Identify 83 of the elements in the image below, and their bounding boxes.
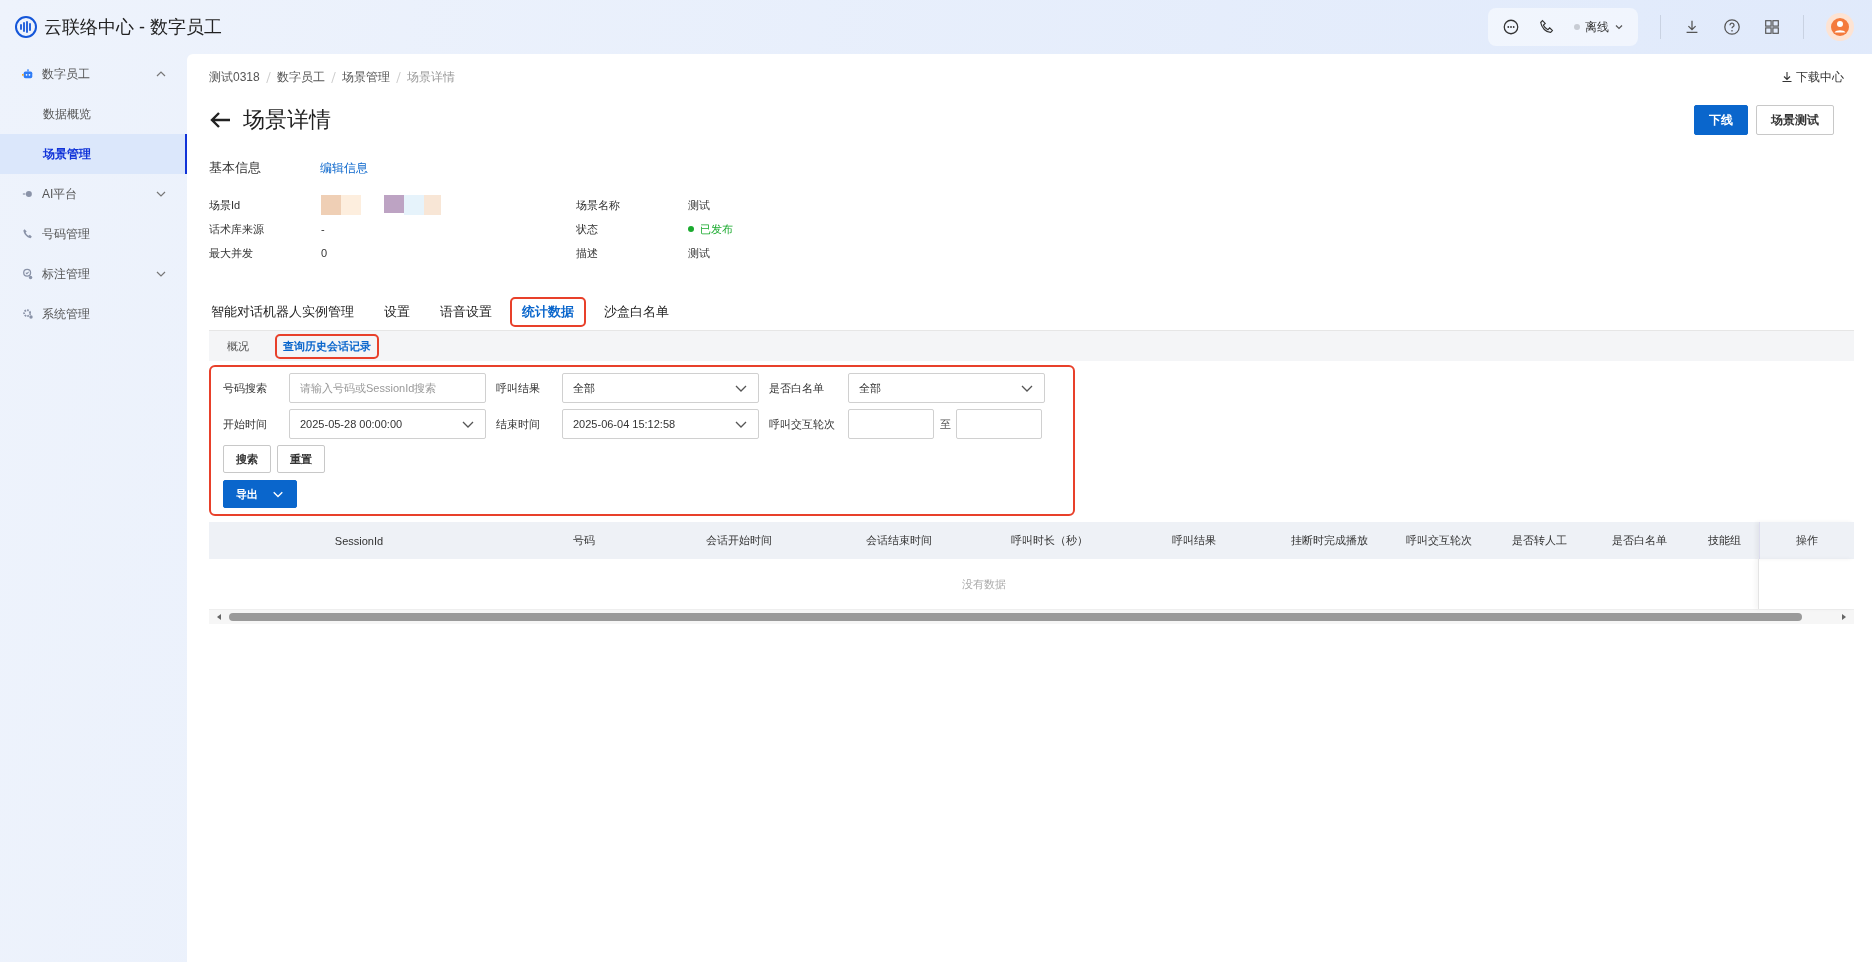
column-header: 挂断时完成播放 xyxy=(1289,533,1369,548)
tab[interactable]: 语音设置 xyxy=(428,297,504,327)
section-heading: 基本信息 xyxy=(209,159,262,177)
breadcrumb-link[interactable]: 测试0318 xyxy=(209,68,260,86)
filter-label: 呼叫交互轮次 xyxy=(769,416,836,432)
scroll-right-icon[interactable] xyxy=(1840,613,1848,621)
input-field[interactable] xyxy=(848,409,934,439)
caret-icon xyxy=(1614,22,1624,32)
column-header: 呼叫交互轮次 xyxy=(1405,533,1473,548)
action-button[interactable]: 场景测试 xyxy=(1756,105,1834,135)
column-header: 操作 xyxy=(1759,522,1854,559)
breadcrumb-link[interactable]: 数字员工 xyxy=(276,68,325,86)
tab[interactable]: 沙盒白名单 xyxy=(592,297,681,327)
robot-icon xyxy=(22,68,34,80)
search-field[interactable]: 请输入号码或SessionId搜索 xyxy=(289,373,486,403)
field-label: 状态 xyxy=(576,221,599,237)
column-header: 呼叫结果 xyxy=(1171,533,1217,548)
app-title: 云联络中心 - 数字员工 xyxy=(44,16,222,39)
empty-message: 没有数据 xyxy=(961,576,1006,592)
status-dropdown[interactable]: 离线 xyxy=(1574,18,1624,36)
column-header: SessionId xyxy=(333,533,385,549)
back-arrow-icon[interactable] xyxy=(209,111,231,129)
field-value: 测试 xyxy=(688,197,710,213)
field-label: 场景Id xyxy=(209,197,242,213)
scrollbar-thumb[interactable] xyxy=(229,613,1802,621)
filter-label: 呼叫结果 xyxy=(496,380,541,396)
field-label: 话术库来源 xyxy=(209,221,265,237)
grid-icon[interactable] xyxy=(1763,18,1781,36)
sub-tab[interactable]: 概况 xyxy=(219,333,257,359)
field-value: 测试 xyxy=(688,245,710,261)
edit-info-link[interactable]: 编辑信息 xyxy=(320,159,368,177)
sub-tab[interactable]: 查询历史会话记录 xyxy=(275,333,379,359)
phone-icon[interactable] xyxy=(1538,18,1556,36)
dropdown[interactable]: 2025-05-28 00:00:00 xyxy=(289,409,486,439)
tab[interactable]: 统计数据 xyxy=(510,297,586,327)
export-dropdown-button[interactable]: 导出 xyxy=(223,480,297,508)
dropdown[interactable]: 2025-06-04 15:12:58 xyxy=(562,409,759,439)
phone-icon xyxy=(22,228,34,240)
tab[interactable]: 设置 xyxy=(372,297,422,327)
filter-button[interactable]: 重置 xyxy=(277,445,325,473)
sidebar-subitem[interactable]: 数据概览 xyxy=(0,94,187,134)
input-field[interactable] xyxy=(956,409,1042,439)
breadcrumb-link[interactable]: 场景管理 xyxy=(341,68,390,86)
filter-label: 号码搜索 xyxy=(223,380,268,396)
sidebar-item[interactable]: 数字员工 xyxy=(0,54,187,94)
sidebar-item[interactable]: 号码管理 xyxy=(0,214,187,254)
field-value: 0 xyxy=(321,247,328,259)
tab[interactable]: 智能对话机器人实例管理 xyxy=(209,297,366,327)
download-icon xyxy=(1781,71,1793,83)
sidebar-subitem[interactable]: 场景管理 xyxy=(0,134,187,174)
scroll-left-icon[interactable] xyxy=(215,613,223,621)
filter-button[interactable]: 搜索 xyxy=(223,445,271,473)
column-header: 是否白名单 xyxy=(1610,533,1668,548)
chat-icon[interactable] xyxy=(1502,18,1520,36)
filter-label: 结束时间 xyxy=(496,416,541,432)
column-header: 会话结束时间 xyxy=(865,533,933,548)
field-value: - xyxy=(321,223,325,235)
filter-label: 开始时间 xyxy=(223,416,268,432)
avatar[interactable] xyxy=(1826,13,1854,41)
column-header: 是否转人工 xyxy=(1510,533,1568,548)
column-header: 会话开始时间 xyxy=(705,533,773,548)
field-label: 最大并发 xyxy=(209,245,254,261)
tag-icon xyxy=(22,268,34,280)
range-separator: 至 xyxy=(938,416,952,432)
column-header: 号码 xyxy=(572,533,596,548)
filter-label: 是否白名单 xyxy=(769,380,825,396)
sidebar-item[interactable]: 标注管理 xyxy=(0,254,187,294)
sidebar-item[interactable]: 系统管理 xyxy=(0,294,187,334)
sidebar-item[interactable]: AI平台 xyxy=(0,174,187,214)
dropdown[interactable]: 全部 xyxy=(562,373,759,403)
column-header: 技能组 xyxy=(1706,533,1742,548)
gear-icon xyxy=(22,308,34,320)
dropdown[interactable]: 全部 xyxy=(848,373,1045,403)
help-icon[interactable] xyxy=(1723,18,1741,36)
status-text: 已发布 xyxy=(688,221,733,237)
field-label: 场景名称 xyxy=(576,197,621,213)
download-center-link[interactable]: 下载中心 xyxy=(1781,68,1844,86)
page-title: 场景详情 xyxy=(243,106,331,134)
column-header: 呼叫时长（秒） xyxy=(1009,533,1089,548)
field-label: 描述 xyxy=(576,245,599,261)
action-button[interactable]: 下线 xyxy=(1694,105,1748,135)
planet-icon xyxy=(22,188,34,200)
logo-icon xyxy=(14,15,38,39)
